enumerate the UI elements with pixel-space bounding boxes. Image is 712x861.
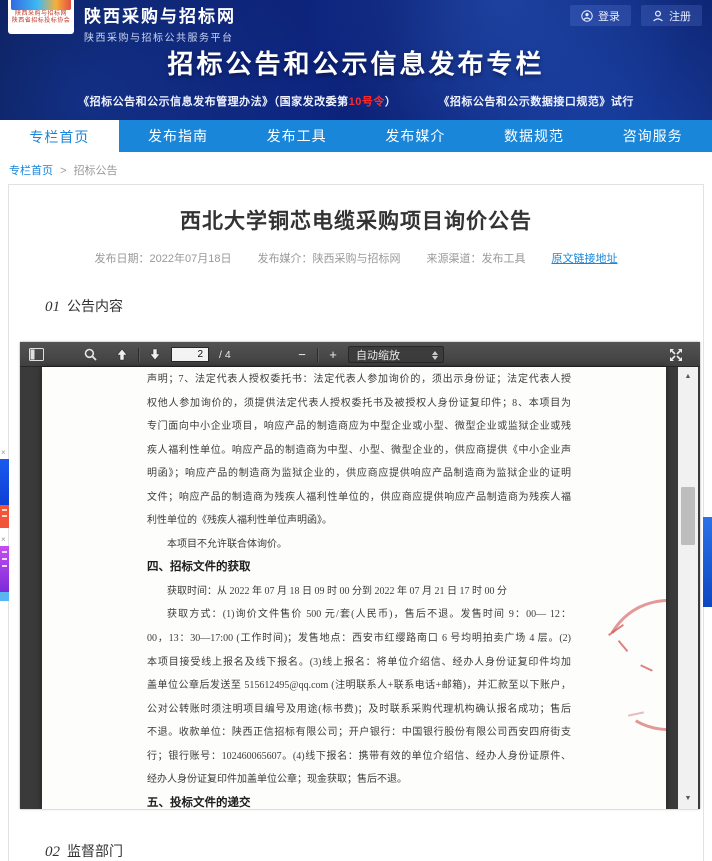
original-link[interactable]: 原文链接地址 xyxy=(551,250,617,266)
pdf-text-line: 公对公转账时须注明项目编号及用途(标书费)；及时联系采购代理机构确认报名成功；售… xyxy=(147,698,571,722)
page-total: / 4 xyxy=(219,349,231,361)
tab-data-standards[interactable]: 数据规范 xyxy=(475,120,594,152)
search-icon[interactable] xyxy=(80,345,100,364)
section-label: 公告内容 xyxy=(67,298,123,314)
site-brand: 陕西采购与招标网 陕西采购与招标公共服务平台 xyxy=(84,2,236,44)
notice-red-decree: 10号令 xyxy=(349,96,385,108)
meta-publish-date: 发布日期：2022年07月18日 xyxy=(95,250,232,266)
auth-buttons: 登录 注册 xyxy=(570,5,702,26)
register-button[interactable]: 注册 xyxy=(641,5,702,26)
toolbar-separator xyxy=(138,348,139,362)
pdf-text-line: 明函》；响应产品的制造商为监狱企业的，供应商应提供响应产品制造商为监狱企业的证明 xyxy=(147,462,571,486)
pdf-text-line: 声明；7、法定代表人授权委托书：法定代表人参加询价的，须出示身份证；法定代表人授 xyxy=(147,368,571,392)
sidebar-toggle-icon[interactable] xyxy=(26,345,46,364)
meta-publish-media: 发布媒介：陕西采购与招标网 xyxy=(257,250,400,266)
meta-source-channel: 来源渠道：发布工具 xyxy=(426,250,525,266)
logo-text-2: 陕西省招标投标协会 xyxy=(8,18,74,25)
site-logo[interactable]: 陕西采购与招标网 陕西省招标投标协会 xyxy=(8,0,74,34)
zoom-mode-select[interactable]: 自动缩放 xyxy=(348,346,444,363)
zoom-in-button[interactable]: + xyxy=(323,345,343,364)
tab-publish-guide[interactable]: 发布指南 xyxy=(119,120,238,152)
float-widget-red[interactable] xyxy=(0,505,9,528)
tab-publish-media[interactable]: 发布媒介 xyxy=(356,120,475,152)
scrollbar-down-icon[interactable]: ▼ xyxy=(678,791,698,807)
pdf-text-line: 疾人福利性单位。响应产品的制造商为中型、小型、微型企业的，供应商提供《中小企业声 xyxy=(147,439,571,463)
pdf-text-line: 获取方式：(1)询价文件售价 500 元/套(人民币)，售后不退。发售时间 9：… xyxy=(147,603,571,627)
pdf-text-line: 权他人参加询价的，须提供法定代表人授权委托书及被授权人身份证复印件；8、本项目为 xyxy=(147,392,571,416)
login-button[interactable]: 登录 xyxy=(570,5,631,26)
pdf-text-block: 声明；7、法定代表人授权委托书：法定代表人参加询价的，须出示身份证；法定代表人授… xyxy=(147,368,571,809)
logo-art-icon xyxy=(11,0,71,10)
tab-consulting[interactable]: 咨询服务 xyxy=(593,120,712,152)
notice-part3: 《招标公告和公示数据接口规范》试行 xyxy=(438,96,634,108)
breadcrumb-current: 招标公告 xyxy=(74,165,118,177)
page-number-input[interactable] xyxy=(171,347,209,362)
site-header: 陕西采购与招标网 陕西省招标投标协会 陕西采购与招标网 陕西采购与招标公共服务平… xyxy=(0,0,712,120)
fullscreen-icon[interactable] xyxy=(666,345,686,364)
float-widget-right-blue[interactable] xyxy=(703,517,712,607)
pdf-text-line: 专门面向中小企业项目，响应产品的制造商应为中型企业或小型、微型企业或监狱企业或残 xyxy=(147,415,571,439)
pdf-text-line: 本项目不允许联合体询价。 xyxy=(147,533,571,557)
toolbar-separator xyxy=(317,348,318,362)
pdf-page: 声明；7、法定代表人授权委托书：法定代表人参加询价的，须出示身份证；法定代表人授… xyxy=(42,367,666,809)
article-card: 西北大学铜芯电缆采购项目询价公告 发布日期：2022年07月18日 发布媒介：陕… xyxy=(8,184,704,861)
register-icon xyxy=(652,10,664,22)
pdf-text-line: 四、招标文件的获取 xyxy=(147,556,571,580)
login-label: 登录 xyxy=(598,8,620,24)
float-widget-purple[interactable] xyxy=(0,546,9,592)
pdf-text-line: 利性单位的《残疾人福利性单位声明函》。 xyxy=(147,509,571,533)
tab-publish-tools[interactable]: 发布工具 xyxy=(237,120,356,152)
select-arrows-icon xyxy=(432,350,438,361)
pdf-text-line: 盖单位公章后发送至 515612495@qq.com (注明联系人+联系电话+邮… xyxy=(147,674,571,698)
page-up-icon[interactable] xyxy=(112,345,132,364)
section-announcement-content: 01 公告内容 xyxy=(45,296,703,316)
login-icon xyxy=(581,10,593,22)
pdf-scrollbar[interactable]: ▲ ▼ xyxy=(678,367,698,809)
notice-part2: ） xyxy=(385,96,397,108)
pdf-text-line: 五、投标文件的递交 xyxy=(147,792,571,809)
regulation-notice: 《招标公告和公示信息发布管理办法》（国家发改委第10号令） 《招标公告和公示数据接… xyxy=(0,93,712,109)
pdf-text-line: 文件；响应产品的制造商为残疾人福利性单位的，供应商应提供响应产品制造商为残疾人福 xyxy=(147,486,571,510)
section-label: 监督部门 xyxy=(67,843,123,859)
notice-part1: 《招标公告和公示信息发布管理办法》（国家发改委第 xyxy=(78,96,349,108)
close-icon[interactable]: × xyxy=(1,536,9,544)
breadcrumb-separator: > xyxy=(60,165,66,177)
site-name: 陕西采购与招标网 xyxy=(84,2,236,27)
register-label: 注册 xyxy=(669,8,691,24)
close-icon[interactable]: × xyxy=(1,449,9,457)
float-widget-blue[interactable] xyxy=(0,459,9,505)
section-supervision-dept: 02 监督部门 xyxy=(45,841,703,861)
page-down-icon[interactable] xyxy=(145,345,165,364)
tab-column-home[interactable]: 专栏首页 xyxy=(0,120,119,160)
site-subtitle: 陕西采购与招标公共服务平台 xyxy=(84,29,236,44)
article-meta: 发布日期：2022年07月18日 发布媒介：陕西采购与招标网 来源渠道：发布工具… xyxy=(9,250,703,266)
zoom-out-button[interactable]: − xyxy=(292,345,312,364)
banner-title: 招标公告和公示信息发布专栏 xyxy=(0,44,712,81)
article-title: 西北大学铜芯电缆采购项目询价公告 xyxy=(9,205,703,235)
main-nav: 专栏首页 发布指南 发布工具 发布媒介 数据规范 咨询服务 xyxy=(0,120,712,152)
pdf-text-line: 不退。收款单位：陕西正信招标有限公司；开户银行：中国银行股份有限公司西安四府街支 xyxy=(147,721,571,745)
scrollbar-up-icon[interactable]: ▲ xyxy=(678,369,698,385)
breadcrumb-home[interactable]: 专栏首页 xyxy=(9,165,53,177)
pdf-text-line: 获取时间：从 2022 年 07 月 18 日 09 时 00 分到 2022 … xyxy=(147,580,571,604)
pdf-text-line: 00，13：30—17:00 (工作时间)；发售地点：西安市红缨路南口 6 号均… xyxy=(147,627,571,651)
pdf-text-line: 行；银行账号：102460065607。(4)线下报名：携带有效的单位介绍信、经… xyxy=(147,745,571,769)
pdf-content-area: 声明；7、法定代表人授权委托书：法定代表人参加询价的，须出示身份证；法定代表人授… xyxy=(20,367,700,809)
scrollbar-thumb[interactable] xyxy=(681,487,695,545)
section-number: 01 xyxy=(45,299,60,315)
section-number: 02 xyxy=(45,844,60,860)
red-seal-stamp xyxy=(587,584,666,746)
zoom-mode-value: 自动缩放 xyxy=(356,347,400,363)
pdf-text-line: 本项目接受线上报名及线下报名。(3)线上报名：将单位介绍信、经办人身份证复印件均… xyxy=(147,651,571,675)
pdf-text-line: 经办人身份证复印件加盖单位公章；现金获取；售后不退。 xyxy=(147,768,571,792)
pdf-toolbar: / 4 − + 自动缩放 xyxy=(20,342,700,367)
logo-text-1: 陕西采购与招标网 xyxy=(8,11,74,18)
float-widget-cyan[interactable] xyxy=(0,592,9,601)
pdf-viewer: / 4 − + 自动缩放 声明；7、法定代表人授权委 xyxy=(20,342,700,809)
